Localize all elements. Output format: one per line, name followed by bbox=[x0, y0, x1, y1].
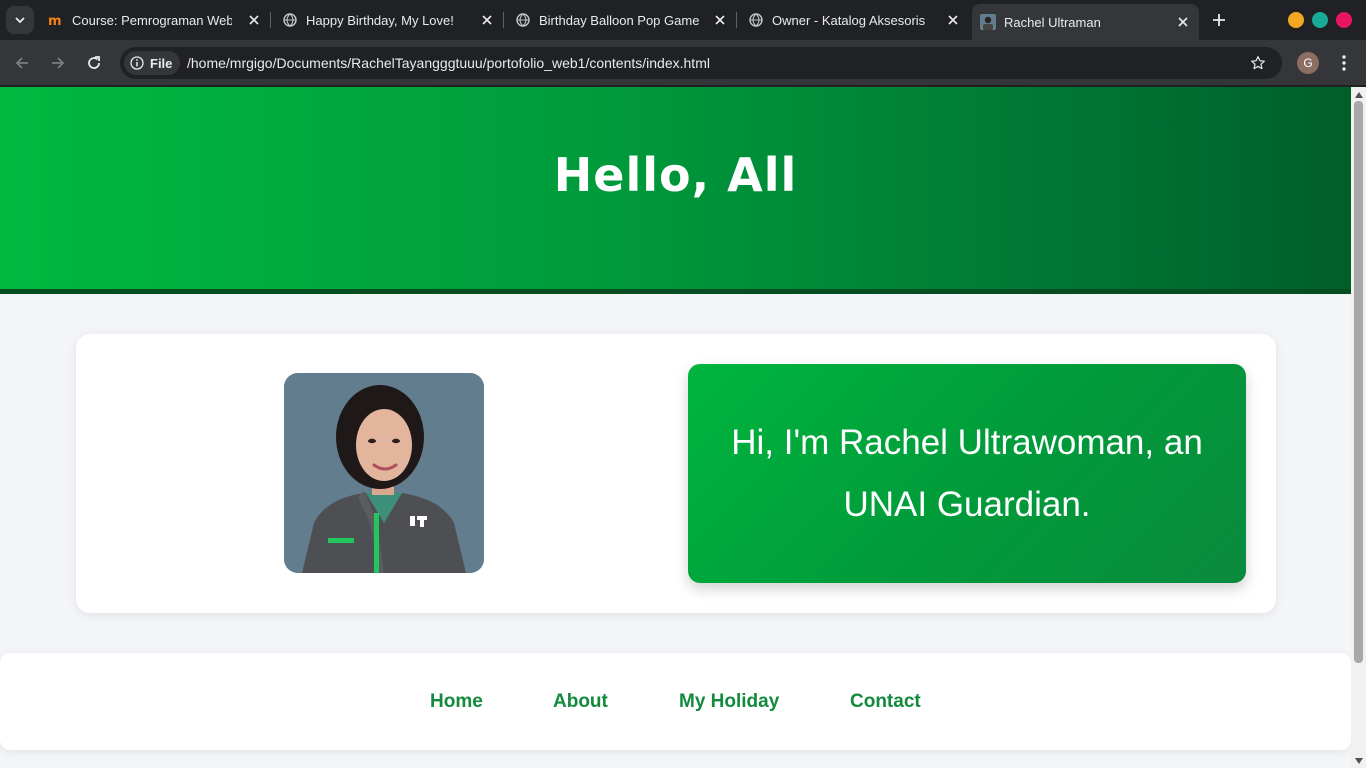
close-icon[interactable] bbox=[945, 12, 961, 28]
arrow-left-icon bbox=[15, 57, 28, 69]
browser-toolbar: File /home/mrgigo/Documents/RachelTayang… bbox=[0, 40, 1366, 86]
star-icon bbox=[1251, 56, 1265, 70]
close-icon[interactable] bbox=[246, 12, 262, 28]
plus-icon bbox=[1213, 14, 1225, 26]
forward-button[interactable] bbox=[46, 51, 70, 75]
tab-title: Owner - Katalog Aksesoris bbox=[772, 12, 926, 28]
close-window-button[interactable] bbox=[1336, 12, 1352, 28]
more-vert-icon bbox=[1342, 55, 1346, 71]
reload-icon bbox=[88, 56, 100, 69]
back-button[interactable] bbox=[10, 51, 34, 75]
tab-separator bbox=[503, 12, 504, 28]
tab-separator bbox=[736, 12, 737, 28]
tab-title: Birthday Balloon Pop Game bbox=[539, 12, 699, 28]
tab-course[interactable]: m Course: Pemrograman Web bbox=[48, 6, 262, 34]
bio-box: Hi, I'm Rachel Ultrawoman, an UNAI Guard… bbox=[688, 364, 1246, 583]
tab-strip: m Course: Pemrograman Web Happy Birthday… bbox=[0, 0, 1366, 40]
close-icon[interactable] bbox=[1175, 14, 1191, 30]
tab-rachel-ultraman[interactable]: Rachel Ultraman bbox=[972, 4, 1199, 40]
profile-thumbnail-icon bbox=[980, 14, 996, 30]
nav-link-my-holiday[interactable]: My Holiday bbox=[679, 691, 779, 713]
bio-text: Hi, I'm Rachel Ultrawoman, an UNAI Guard… bbox=[731, 422, 1203, 524]
tab-title: Course: Pemrograman Web bbox=[72, 12, 232, 28]
scrollbar-thumb[interactable] bbox=[1354, 101, 1363, 663]
profile-photo bbox=[284, 373, 484, 573]
globe-icon bbox=[282, 12, 298, 28]
site-chip-label: File bbox=[150, 55, 173, 71]
profile-card: Hi, I'm Rachel Ultrawoman, an UNAI Guard… bbox=[76, 334, 1276, 613]
page-viewport: Hello, All Hi, I'm Rachel Ultrawoman, an… bbox=[0, 87, 1366, 768]
url-text[interactable]: /home/mrgigo/Documents/RachelTayangggtuu… bbox=[187, 55, 710, 71]
new-tab-button[interactable] bbox=[1207, 8, 1231, 32]
arrow-right-icon bbox=[52, 57, 65, 69]
tab-happy-birthday[interactable]: Happy Birthday, My Love! bbox=[282, 6, 495, 34]
tab-search-button[interactable] bbox=[6, 6, 34, 34]
tab-title: Happy Birthday, My Love! bbox=[306, 12, 454, 28]
globe-icon bbox=[748, 12, 764, 28]
scroll-up-arrow-icon[interactable] bbox=[1354, 90, 1363, 99]
close-icon[interactable] bbox=[479, 12, 495, 28]
chevron-down-icon bbox=[15, 17, 25, 24]
info-icon bbox=[130, 56, 144, 70]
nav-link-about[interactable]: About bbox=[553, 691, 608, 713]
tab-balloon-game[interactable]: Birthday Balloon Pop Game bbox=[515, 6, 728, 34]
tab-separator bbox=[270, 12, 271, 28]
browser-menu-button[interactable] bbox=[1334, 51, 1354, 75]
profile-avatar[interactable]: G bbox=[1297, 52, 1319, 74]
site-info-chip[interactable]: File bbox=[124, 51, 181, 75]
tab-katalog[interactable]: Owner - Katalog Aksesoris bbox=[748, 6, 961, 34]
minimize-window-button[interactable] bbox=[1288, 12, 1304, 28]
footer-nav: Home About My Holiday Contact bbox=[0, 653, 1351, 750]
bookmark-button[interactable] bbox=[1248, 53, 1268, 73]
close-icon[interactable] bbox=[712, 12, 728, 28]
scroll-down-arrow-icon[interactable] bbox=[1354, 756, 1363, 765]
page-title: Hello, All bbox=[553, 148, 798, 202]
svg-text:m: m bbox=[48, 14, 62, 28]
nav-link-contact[interactable]: Contact bbox=[850, 691, 921, 713]
maximize-window-button[interactable] bbox=[1312, 12, 1328, 28]
moodle-icon: m bbox=[48, 12, 64, 28]
globe-icon bbox=[515, 12, 531, 28]
reload-button[interactable] bbox=[82, 51, 106, 75]
address-bar[interactable]: File /home/mrgigo/Documents/RachelTayang… bbox=[120, 47, 1282, 79]
nav-link-home[interactable]: Home bbox=[430, 691, 483, 713]
hero-header: Hello, All bbox=[0, 87, 1351, 294]
page-scrollbar[interactable] bbox=[1351, 87, 1366, 768]
tab-title: Rachel Ultraman bbox=[1004, 14, 1101, 30]
